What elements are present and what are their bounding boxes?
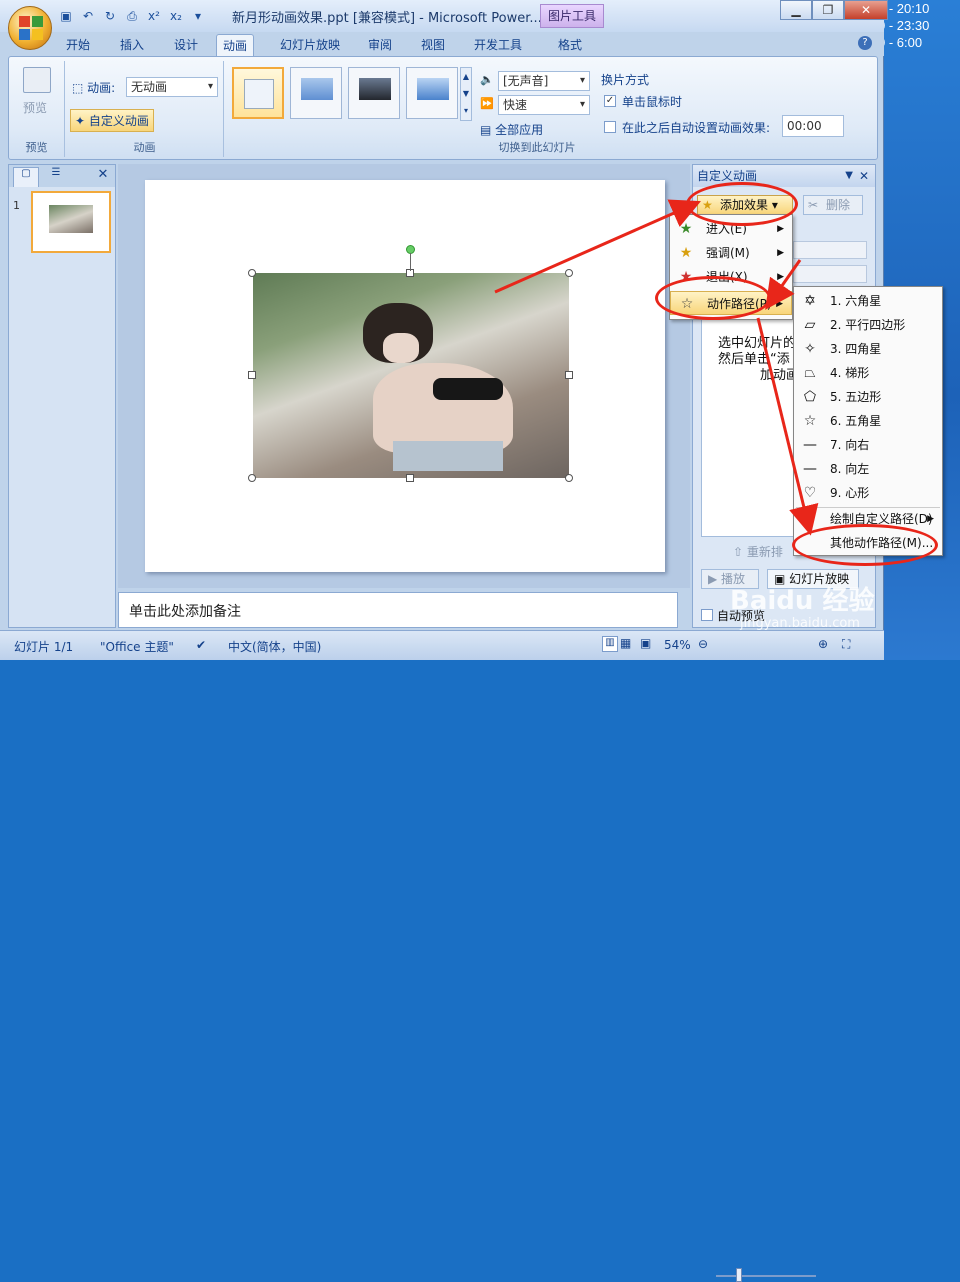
arrow-to-add-effect — [494, 199, 701, 294]
zoom-slider-thumb[interactable] — [736, 1268, 742, 1282]
baidu-watermark: Baidu 经验 — [730, 586, 875, 616]
zoom-slider-track[interactable] — [716, 1275, 816, 1277]
baidu-watermark-url: jingyan.baidu.com — [740, 616, 860, 631]
annotation-arrows — [494, 199, 819, 536]
arrow-to-motion-path — [765, 259, 802, 310]
office-logo-icon — [19, 16, 43, 40]
arrow-to-more-paths — [756, 317, 819, 536]
office-button[interactable] — [8, 6, 52, 50]
